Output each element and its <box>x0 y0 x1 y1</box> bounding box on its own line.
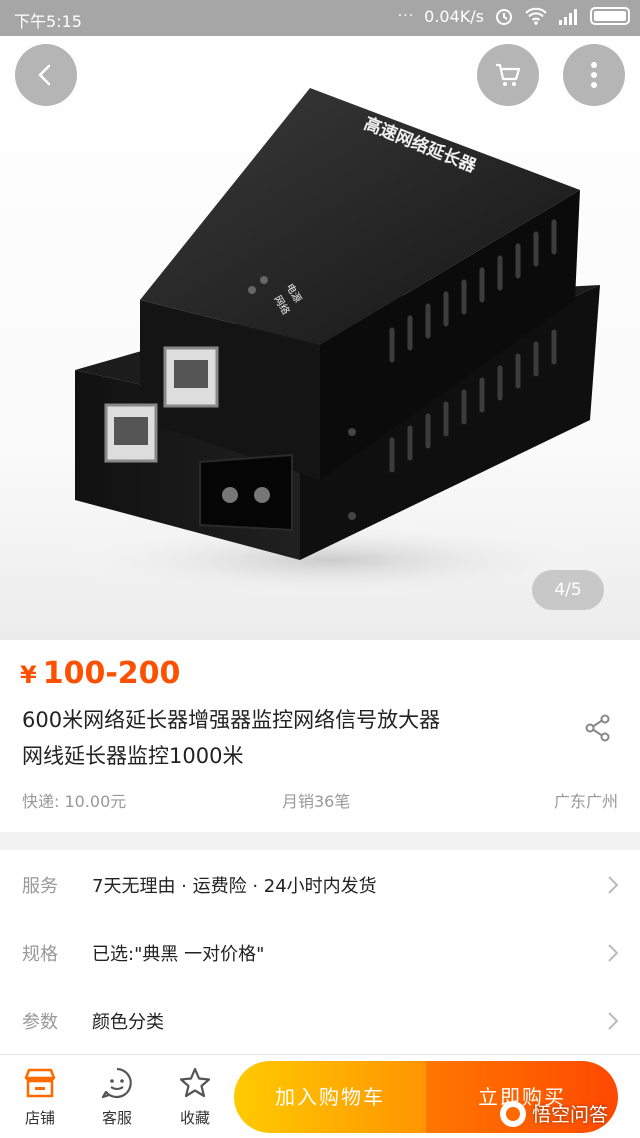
row-value: 7天无理由 · 运费险 · 24小时内发货 <box>92 876 377 897</box>
more-button[interactable] <box>563 44 625 106</box>
status-dots: ··· <box>397 8 415 24</box>
status-time: 下午5:15 <box>14 12 82 31</box>
product-title: 600米网络延长器增强器监控网络信号放大器 网线延长器监控1000米 <box>22 702 542 774</box>
product-title-line2: 网线延长器监控1000米 <box>22 744 244 768</box>
status-right: ··· 0.04K/s <box>398 6 630 26</box>
product-image-gallery[interactable]: 高速网络延长器 电源 网络 4/5 <box>0 0 640 640</box>
price: ¥100-200 <box>20 656 180 691</box>
product-detail-page: 高速网络延长器 电源 网络 4/5 下午5:15 ··· 0.04K/s ¥ 1… <box>0 0 640 1138</box>
image-pager: 4/5 <box>532 570 604 610</box>
favorite-label: 收藏 <box>179 1109 210 1127</box>
star-icon <box>179 1067 211 1098</box>
row-service[interactable]: 服务 7天无理由 · 运费险 · 24小时内发货 <box>0 850 640 918</box>
shop-icon <box>24 1068 56 1098</box>
shop-tab[interactable]: 店铺 <box>10 1063 70 1128</box>
share-button[interactable] <box>582 712 614 744</box>
wifi-icon <box>524 6 548 26</box>
monthly-sales: 月销36笔 <box>282 792 351 811</box>
product-info: ¥100-200 600米网络延长器增强器监控网络信号放大器 网线延长器监控10… <box>0 640 640 832</box>
wukong-logo-icon <box>500 1100 526 1127</box>
watermark: 悟空问答 <box>500 1100 608 1127</box>
row-label: 规格 <box>22 944 58 965</box>
favorite-tab[interactable]: 收藏 <box>165 1063 225 1128</box>
share-icon <box>585 714 610 742</box>
row-value: 颜色分类 <box>92 1012 164 1033</box>
shop-label: 店铺 <box>24 1109 55 1127</box>
price-range: 100-200 <box>42 656 181 691</box>
chevron-left-icon <box>38 64 51 86</box>
currency-symbol: ¥ <box>20 661 37 689</box>
row-label: 服务 <box>22 876 58 897</box>
shipping-fee: 快递: 10.00元 <box>22 792 127 811</box>
chevron-right-icon <box>608 944 619 962</box>
chevron-right-icon <box>608 1012 619 1030</box>
row-value: 已选:"典黑 一对价格" <box>92 944 265 965</box>
customer-service-tab[interactable]: 客服 <box>87 1063 147 1128</box>
back-button[interactable] <box>15 44 77 106</box>
option-rows: 服务 7天无理由 · 运费险 · 24小时内发货 规格 已选:"典黑 一对价格"… <box>0 850 640 1054</box>
product-title-line1: 600米网络延长器增强器监控网络信号放大器 <box>22 708 441 732</box>
row-spec[interactable]: 规格 已选:"典黑 一对价格" <box>0 918 640 986</box>
chevron-right-icon <box>608 876 619 894</box>
cart-button[interactable] <box>477 44 539 106</box>
status-bar: 下午5:15 ··· 0.04K/s <box>0 0 640 36</box>
row-label: 参数 <box>22 1012 58 1033</box>
watermark-text: 悟空问答 <box>532 1104 609 1126</box>
network-speed: 0.04K/s <box>424 6 484 26</box>
battery-icon <box>590 7 630 25</box>
row-params[interactable]: 参数 颜色分类 <box>0 986 640 1054</box>
alarm-icon <box>494 6 514 26</box>
add-to-cart-button[interactable]: 加入购物车 <box>234 1061 426 1133</box>
ship-location: 广东广州 <box>553 792 618 811</box>
service-label: 客服 <box>101 1109 132 1127</box>
product-photo: 高速网络延长器 电源 网络 <box>50 88 610 600</box>
chat-smile-icon <box>101 1067 132 1099</box>
cart-icon <box>496 63 521 86</box>
more-vertical-icon <box>591 62 597 88</box>
signal-icon <box>558 7 580 25</box>
